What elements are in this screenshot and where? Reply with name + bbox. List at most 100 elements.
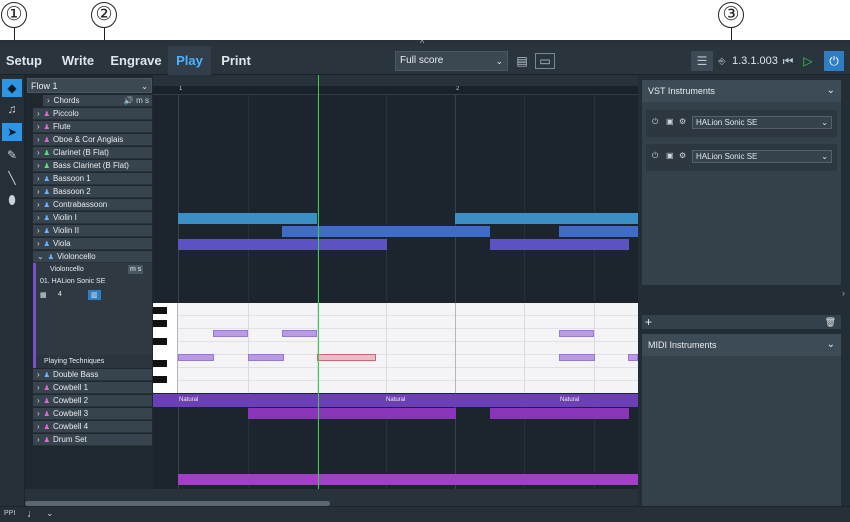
note-icon[interactable]: ♫: [2, 100, 22, 118]
mute-solo-buttons[interactable]: m s: [128, 265, 144, 274]
track-label: Chords: [53, 96, 80, 105]
violin-1-region[interactable]: [178, 213, 317, 224]
track-clarinet[interactable]: › ♟ Clarinet (B Flat): [33, 147, 152, 159]
midi-note[interactable]: [559, 330, 594, 337]
channel-select[interactable]: 4: [58, 291, 78, 298]
video-icon[interactable]: ⎆: [716, 51, 728, 71]
power-icon[interactable]: ⏻: [652, 151, 658, 161]
track-bass-clarinet[interactable]: › ♟ Bass Clarinet (B Flat): [33, 160, 152, 172]
track-bassoon-2[interactable]: › ♟ Bassoon 2: [33, 186, 152, 198]
layout-select[interactable]: Full score ⌄: [395, 51, 508, 71]
tab-setup[interactable]: Setup: [0, 46, 48, 75]
right-zone-handle-icon[interactable]: ›: [842, 288, 845, 298]
chevron-down-icon[interactable]: ⌄: [46, 506, 54, 520]
edit-icon[interactable]: ▣: [666, 117, 674, 126]
track-violin-1[interactable]: › ♟ Violin I: [33, 212, 152, 224]
play-icon[interactable]: ▷: [800, 51, 816, 71]
track-label: Violin II: [52, 226, 80, 235]
rewind-icon[interactable]: ⏮: [780, 51, 796, 71]
track-chords[interactable]: › Chords 🔊 m s: [43, 95, 152, 107]
midi-instruments-header[interactable]: MIDI Instruments ⌄: [642, 334, 841, 356]
chevron-down-icon: ⌄: [495, 56, 503, 66]
flow-select-value: Flow 1: [31, 81, 58, 91]
midi-note[interactable]: [213, 330, 248, 337]
track-label: Violin I: [52, 213, 77, 222]
event-display[interactable]: 1 2 Natural Natural Natural: [153, 86, 638, 489]
mode-toolbar: Setup Write Engrave Play Print Full scor…: [0, 46, 850, 75]
right-zone: VST Instruments ⌄ ⏻ ▣ ⚙ HALion Sonic SE …: [638, 75, 850, 522]
midi-note[interactable]: [248, 354, 284, 361]
track-label: Contrabassoon: [52, 200, 108, 209]
piano-roll-editor[interactable]: [153, 303, 638, 393]
track-double-bass[interactable]: › ♟ Double Bass: [33, 369, 152, 381]
tab-write[interactable]: Write: [56, 46, 100, 75]
drum-set-region[interactable]: [178, 474, 638, 485]
grid-icon: ▦: [40, 292, 47, 299]
note-duration-icon[interactable]: ♩: [27, 507, 38, 521]
midi-note[interactable]: [628, 354, 638, 361]
select-arrow-icon[interactable]: ➤: [2, 123, 22, 141]
trash-icon[interactable]: 🗑: [825, 315, 836, 329]
vst-instruments-header[interactable]: VST Instruments ⌄: [642, 80, 841, 102]
track-flute[interactable]: › ♟ Flute: [33, 121, 152, 133]
playing-techniques-header[interactable]: Playing Techniques: [33, 355, 152, 368]
midi-note[interactable]: [559, 354, 595, 361]
tab-engrave[interactable]: Engrave: [106, 46, 166, 75]
violin-2-region[interactable]: [282, 226, 490, 237]
playing-techniques-lane[interactable]: Natural Natural Natural: [153, 394, 638, 407]
track-label: Clarinet (B Flat): [52, 148, 109, 157]
violoncello-track-panel: Violoncello m s 01. HALion Sonic SE ▦ 4 …: [33, 263, 152, 356]
eraser-icon[interactable]: ⬮: [2, 191, 22, 209]
viola-region[interactable]: [490, 239, 629, 250]
midi-note[interactable]: [282, 330, 317, 337]
track-violin-2[interactable]: › ♟ Violin II: [33, 225, 152, 237]
power-icon[interactable]: ⏻: [652, 117, 658, 127]
galley-view-icon[interactable]: ▤: [514, 51, 530, 71]
track-view-icon[interactable]: ◆: [2, 79, 22, 97]
vst-instrument-slot: ⏻ ▣ ⚙ HALion Sonic SE ⌄: [646, 110, 837, 137]
page-view-icon[interactable]: ▭: [535, 53, 555, 69]
mixer-icon[interactable]: ☰: [691, 51, 713, 71]
piano-keyboard[interactable]: [153, 303, 178, 393]
midi-note[interactable]: [178, 354, 214, 361]
vst-instrument-select[interactable]: HALion Sonic SE ⌄: [692, 150, 832, 163]
keyboard-icon[interactable]: ▥: [88, 290, 101, 300]
selected-midi-note[interactable]: [317, 354, 376, 361]
vst-instruments-panel: VST Instruments ⌄ ⏻ ▣ ⚙ HALion Sonic SE …: [642, 80, 841, 285]
ruler[interactable]: 1 2: [153, 86, 638, 95]
gear-icon[interactable]: ⚙: [679, 151, 686, 160]
track-cowbell-3[interactable]: › ♟ Cowbell 3: [33, 408, 152, 420]
instrument-routing-select[interactable]: 01. HALion Sonic SE: [40, 278, 120, 285]
track-drum-set[interactable]: › ♟ Drum Set: [33, 434, 152, 446]
track-cowbell-1[interactable]: › ♟ Cowbell 1: [33, 382, 152, 394]
track-violoncello[interactable]: ⌄ ♟ Violoncello: [33, 251, 152, 263]
viola-region[interactable]: [178, 239, 387, 250]
violin-1-region[interactable]: [455, 213, 638, 224]
track-bassoon-1[interactable]: › ♟ Bassoon 1: [33, 173, 152, 185]
brush-icon[interactable]: ╲: [2, 169, 22, 187]
power-icon[interactable]: ⏻: [824, 51, 844, 71]
track-label: Cowbell 4: [52, 422, 89, 431]
violin-2-region[interactable]: [559, 226, 638, 237]
add-icon[interactable]: +: [645, 315, 652, 329]
track-label: Bassoon 2: [52, 187, 91, 196]
tab-play[interactable]: Play: [168, 46, 211, 75]
pencil-icon[interactable]: ✎: [2, 146, 22, 164]
cowbell-1-region[interactable]: [248, 408, 456, 419]
track-contrabassoon[interactable]: › ♟ Contrabassoon: [33, 199, 152, 211]
cowbell-1-region[interactable]: [490, 408, 629, 419]
track-piccolo[interactable]: › ♟ Piccolo: [33, 108, 152, 120]
track-cowbell-2[interactable]: › ♟ Cowbell 2: [33, 395, 152, 407]
track-viola[interactable]: › ♟ Viola: [33, 238, 152, 250]
tab-print[interactable]: Print: [214, 46, 258, 75]
mute-solo-buttons[interactable]: 🔊 m s: [124, 95, 149, 107]
track-cowbell-4[interactable]: › ♟ Cowbell 4: [33, 421, 152, 433]
status-bar: PPI ♩ ⌄: [0, 506, 850, 522]
flow-select[interactable]: Flow 1 ⌄: [27, 78, 152, 93]
playhead[interactable]: [318, 75, 319, 489]
edit-icon[interactable]: ▣: [666, 151, 674, 160]
track-oboe[interactable]: › ♟ Oboe & Cor Anglais: [33, 134, 152, 146]
track-label: Piccolo: [52, 109, 79, 118]
vst-instrument-select[interactable]: HALion Sonic SE ⌄: [692, 116, 832, 129]
gear-icon[interactable]: ⚙: [679, 117, 686, 126]
